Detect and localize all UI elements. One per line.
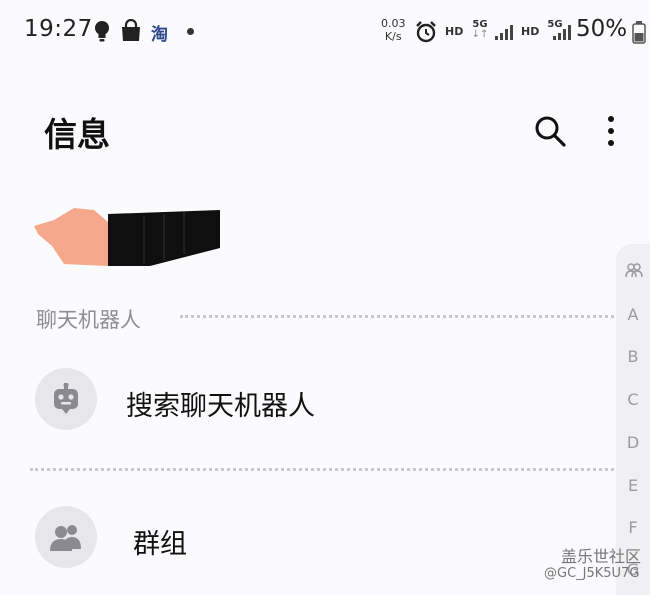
more-options-icon[interactable] — [604, 114, 618, 148]
hd-voice-2: HD — [521, 25, 540, 38]
contacts-index-icon[interactable] — [625, 262, 643, 278]
robot-icon — [54, 383, 78, 414]
search-chatbots-label: 搜索聊天机器人 — [126, 391, 315, 422]
redacted-contact-avatar[interactable] — [34, 206, 224, 268]
chatbots-section-header: 聊天机器人 — [36, 308, 141, 332]
network-speed-unit: K/s — [384, 30, 402, 43]
list-divider — [30, 468, 614, 471]
index-letter-e[interactable]: E — [616, 476, 650, 495]
index-letter-c[interactable]: C — [616, 390, 650, 409]
index-letter-a[interactable]: A — [616, 305, 650, 324]
status-time: 19:27 — [24, 16, 93, 42]
search-chatbots-item[interactable]: 搜索聊天机器人 — [0, 360, 614, 440]
network-speed: 0.03 K/s — [381, 17, 406, 43]
network-speed-value: 0.03 — [381, 17, 406, 30]
shopping-bag-icon — [122, 19, 140, 41]
battery-percentage: 50% — [576, 16, 628, 42]
groups-label: 群组 — [133, 529, 187, 560]
watermark-user: @GC_J5K5U7G — [544, 566, 640, 581]
hd-voice-1: HD — [445, 25, 464, 38]
groups-avatar — [35, 506, 97, 568]
index-letter-f[interactable]: F — [616, 518, 650, 537]
signal-strength-2-icon — [553, 25, 571, 40]
status-bar: 19:27 淘 0.03 K/s HD 5G ↓↑ HD 5G 50% — [0, 0, 650, 64]
battery-icon — [632, 21, 646, 44]
watermark-community: 盖乐世社区 — [561, 547, 642, 566]
network-5g-1: 5G ↓↑ — [471, 19, 489, 40]
search-icon[interactable] — [533, 114, 567, 148]
group-people-icon — [50, 525, 81, 551]
index-letter-b[interactable]: B — [616, 347, 650, 366]
page-title: 信息 — [44, 115, 110, 154]
notification-dot-icon — [187, 28, 194, 35]
section-divider — [180, 315, 614, 318]
taobao-icon: 淘 — [151, 25, 168, 45]
lightbulb-icon — [95, 21, 109, 42]
chatbot-avatar — [35, 368, 97, 430]
signal-strength-1-icon — [495, 25, 513, 40]
data-arrows-icon: ↓↑ — [471, 29, 489, 40]
groups-item[interactable]: 群组 — [0, 498, 614, 578]
index-letter-d[interactable]: D — [616, 433, 650, 452]
alarm-icon — [416, 21, 436, 43]
